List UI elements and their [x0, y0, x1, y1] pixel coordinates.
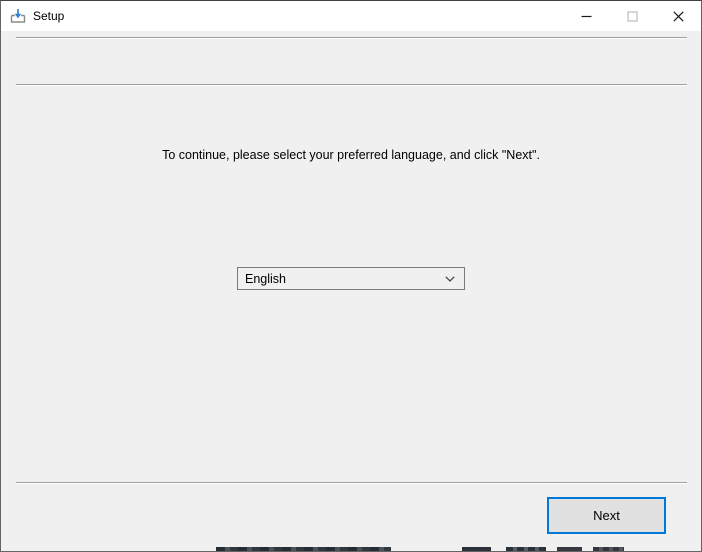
- background-window-artifact-segment: [593, 547, 624, 551]
- maximize-icon: [626, 10, 638, 22]
- maximize-button[interactable]: [609, 1, 655, 31]
- close-icon: [672, 10, 684, 22]
- titlebar: Setup: [1, 1, 701, 31]
- install-download-tray-icon: [9, 8, 27, 25]
- minimize-icon: [581, 15, 591, 17]
- minimize-button[interactable]: [563, 1, 609, 31]
- background-window-artifact-segment: [462, 547, 491, 551]
- language-dropdown-value: English: [245, 271, 286, 286]
- separator-header: [16, 84, 687, 86]
- close-button[interactable]: [655, 1, 701, 31]
- background-window-artifact-segment: [557, 547, 582, 551]
- chevron-down-icon: [445, 275, 455, 282]
- language-dropdown[interactable]: English: [237, 267, 465, 290]
- background-window-artifact-segment: [506, 547, 546, 551]
- background-window-artifact: [1, 547, 701, 551]
- window-controls: [563, 1, 701, 31]
- instruction-text: To continue, please select your preferre…: [162, 148, 540, 162]
- next-button[interactable]: Next: [547, 497, 666, 534]
- setup-window: Setup To continue, please select your pr…: [0, 0, 702, 552]
- separator-top: [16, 37, 687, 39]
- background-window-artifact-segment: [216, 547, 391, 551]
- separator-footer: [16, 482, 687, 484]
- window-title: Setup: [33, 9, 65, 23]
